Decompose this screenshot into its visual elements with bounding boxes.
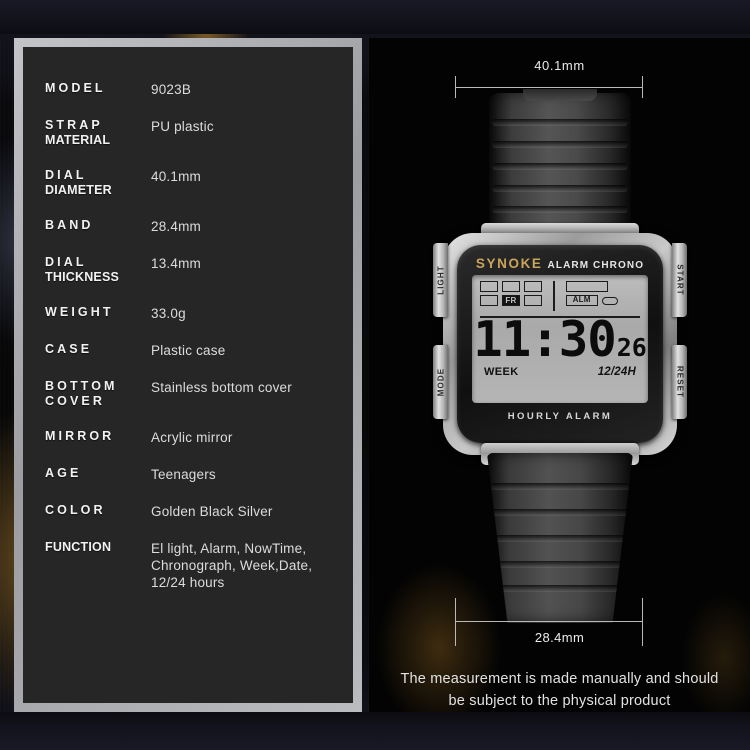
watch-brand: SYNOKE ALARM CHRONO [457,256,663,271]
lcd-segment-box [480,281,498,292]
button-label: MODE [436,367,445,397]
lcd-segment-box-wide [565,281,608,292]
disclaimer-line-2: be subject to the physical product [448,693,671,709]
strap-tip [523,89,597,101]
watch-product-image: SYNOKE ALARM CHRONO FR ALM 11:30 26 WEEK… [415,89,705,623]
spec-label: MODEL [45,81,106,95]
watch-button-mode[interactable]: MODE [433,345,448,419]
background-bottom-strip [0,712,750,750]
dimension-top-line [455,87,643,88]
spec-value: Plastic case [151,343,226,358]
watch-bottom-text: HOURLY ALARM [507,411,613,422]
spec-label: FUNCTION [45,540,112,554]
spec-label: BOTTOM COVER [45,379,118,408]
watch-strap-lower [487,453,633,623]
spec-value: 13.4mm [151,256,201,271]
button-label: LIGHT [436,265,445,295]
spec-row: MIRROR Acrylic mirror [23,429,353,446]
spec-label: WEIGHT [45,305,114,319]
dimension-top-label: 40.1mm [534,58,585,73]
disclaimer-line-1: The measurement is made manually and sho… [400,671,719,687]
spec-value: 9023B [151,82,192,97]
lcd-segment-box [524,295,542,306]
watch-button-start[interactable]: START [672,243,687,317]
spec-row: DIAL THICKNESS 13.4mm [23,255,353,285]
button-label: START [675,264,684,296]
lcd-alarm-indicators: ALM [565,281,618,315]
spec-value: 28.4mm [151,219,201,234]
brand-name: SYNOKE [475,256,543,271]
dimension-bottom-line [455,621,643,622]
spec-label: COLOR [45,503,106,517]
spec-label: CASE [45,342,93,356]
watch-lcd-display: FR ALM 11:30 26 WEEK 12/24H [472,275,648,403]
spec-label: MIRROR [45,429,115,443]
lcd-week-label: WEEK [484,365,519,378]
spec-label: DIAL THICKNESS [45,255,120,284]
spec-panel-frame: MODEL 9023B STRAP MATERIAL PU plastic DI… [14,38,362,712]
spec-value: Stainless bottom cover [151,380,292,395]
spec-label: BAND [45,218,94,232]
lcd-day-indicator: FR [502,295,520,306]
button-label: RESET [675,365,684,399]
spec-row: DIAL DIAMETER 40.1mm [23,168,353,198]
spec-label: STRAP MATERIAL [45,118,111,147]
lcd-day-indicators: FR [480,281,542,315]
lcd-indicator-area: FR ALM [480,281,640,315]
spec-row: CASE Plastic case [23,342,353,359]
spec-value: 40.1mm [151,169,201,184]
lcd-segment-pill [601,297,618,305]
measurement-disclaimer: The measurement is made manually and sho… [377,668,742,712]
product-spec-image: MODEL 9023B STRAP MATERIAL PU plastic DI… [0,0,750,750]
spec-value: Acrylic mirror [151,430,233,445]
spec-panel: MODEL 9023B STRAP MATERIAL PU plastic DI… [23,47,353,703]
spec-row: AGE Teenagers [23,466,353,483]
spec-value: Golden Black Silver [151,504,273,519]
spec-row: WEIGHT 33.0g [23,305,353,322]
spec-row: STRAP MATERIAL PU plastic [23,118,353,148]
spec-row: FUNCTION El light, Alarm, NowTime, Chron… [23,540,353,591]
spec-value: El light, Alarm, NowTime, Chronograph, W… [151,541,313,590]
spec-row: COLOR Golden Black Silver [23,503,353,520]
lcd-alarm-indicator: ALM [565,295,598,306]
lcd-segment-box [524,281,542,292]
lcd-segment-box [502,281,520,292]
lcd-divider [553,281,555,311]
watch-strap-upper [489,89,631,238]
lcd-format-label: 12/24H [597,365,636,378]
product-photo-panel: 40.1mm SYNOKE ALARM CHRONO FR ALM 11:30 … [369,38,750,712]
lcd-time-readout: 11:30 26 [473,315,647,364]
spec-row: BAND 28.4mm [23,218,353,235]
brand-subtitle: ALARM CHRONO [547,260,645,271]
background-top-strip [0,0,750,34]
lcd-segment-box [480,295,498,306]
spec-label: DIAL DIAMETER [45,168,112,197]
spec-value: Teenagers [151,467,216,482]
spec-value: 33.0g [151,306,186,321]
dimension-bottom-label: 28.4mm [534,630,585,645]
spec-label: AGE [45,466,82,480]
spec-value: PU plastic [151,119,214,134]
lcd-seconds: 26 [616,333,647,363]
lcd-time: 11:30 [473,311,617,369]
watch-button-reset[interactable]: RESET [672,345,687,419]
spec-row: MODEL 9023B [23,81,353,98]
watch-button-light[interactable]: LIGHT [433,243,448,317]
spec-row: BOTTOM COVER Stainless bottom cover [23,379,353,409]
